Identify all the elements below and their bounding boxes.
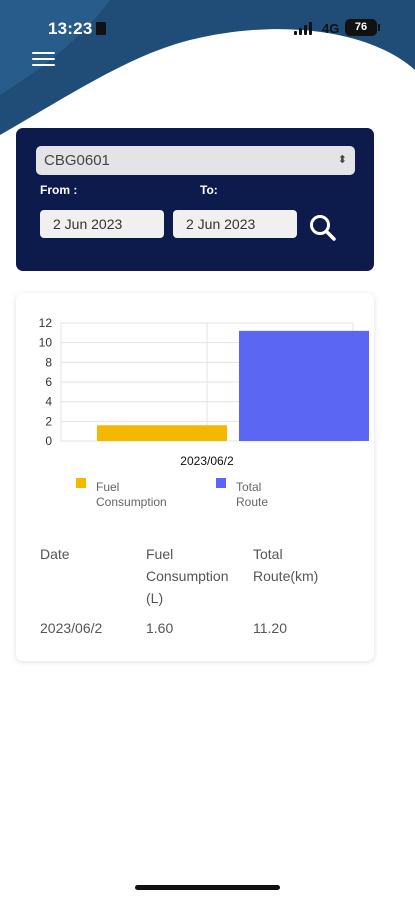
y-tick-label: 2 [45,414,52,428]
header-fuel-line3: (L) [146,590,164,606]
y-tick-label: 4 [45,395,52,409]
header-fuel-line2: Consumption [146,568,229,584]
to-date-input[interactable]: 2 Jun 2023 [173,210,297,238]
to-label: To: [200,183,218,197]
y-tick-label: 12 [39,316,53,330]
y-tick-label: 6 [45,375,52,389]
x-tick-label: 2023/06/2 [180,454,234,468]
header-route-line2: Route(km) [253,568,319,584]
status-bar: 13:23 4G 76 [0,0,415,50]
status-time: 13:23 [48,19,93,38]
report-card: 0 2 4 6 8 10 12 2023/06/2 Fuel Consumption Tota… [16,293,374,661]
legend-route-swatch [216,478,226,488]
y-tick-label: 10 [39,336,53,350]
header-fuel-line1: Fuel [146,546,174,562]
filter-panel: CBG0601 ⬍ From : To: 2 Jun 2023 2 Jun 20… [16,128,374,271]
signal-strength-icon [294,22,316,35]
header-route-line1: Total [253,546,283,562]
menu-icon[interactable] [32,52,56,70]
from-date-input[interactable]: 2 Jun 2023 [40,210,164,238]
header-date-line1: Date [40,546,70,562]
legend-route-label: Total Route [236,480,269,509]
table-cell-route: 11.20 [253,620,287,636]
legend-fuel-line2: Consumption [96,495,167,509]
battery-icon: 76 [345,19,377,36]
table-cell-date: 2023/06/2 [40,620,103,636]
sim-card-icon [96,22,106,35]
network-type: 4G [322,21,340,36]
vehicle-select[interactable]: CBG0601 ⬍ [36,146,355,175]
bar-total-route [239,330,369,441]
home-indicator[interactable] [135,885,280,890]
table-cell-fuel: 1.60 [146,620,174,636]
legend-fuel-label: Fuel Consumption [96,480,167,510]
legend-fuel-line1: Fuel [96,480,120,494]
y-tick-label: 0 [45,434,52,448]
table-header-fuel: Fuel Consumption (L) [146,543,229,609]
bar-fuel-consumption [97,425,227,441]
from-label: From : [40,183,78,197]
vehicle-select-value: CBG0601 [44,152,110,169]
search-icon[interactable] [307,212,339,244]
table-header-route: Total Route(km) [253,543,318,587]
bar-chart: 0 2 4 6 8 10 12 2023/06/2 [39,316,369,468]
chevron-up-down-icon: ⬍ [337,154,347,166]
table-header-date: Date [40,543,70,565]
y-tick-label: 8 [45,355,52,369]
battery-tip [378,24,380,31]
legend-fuel-swatch [76,478,86,488]
